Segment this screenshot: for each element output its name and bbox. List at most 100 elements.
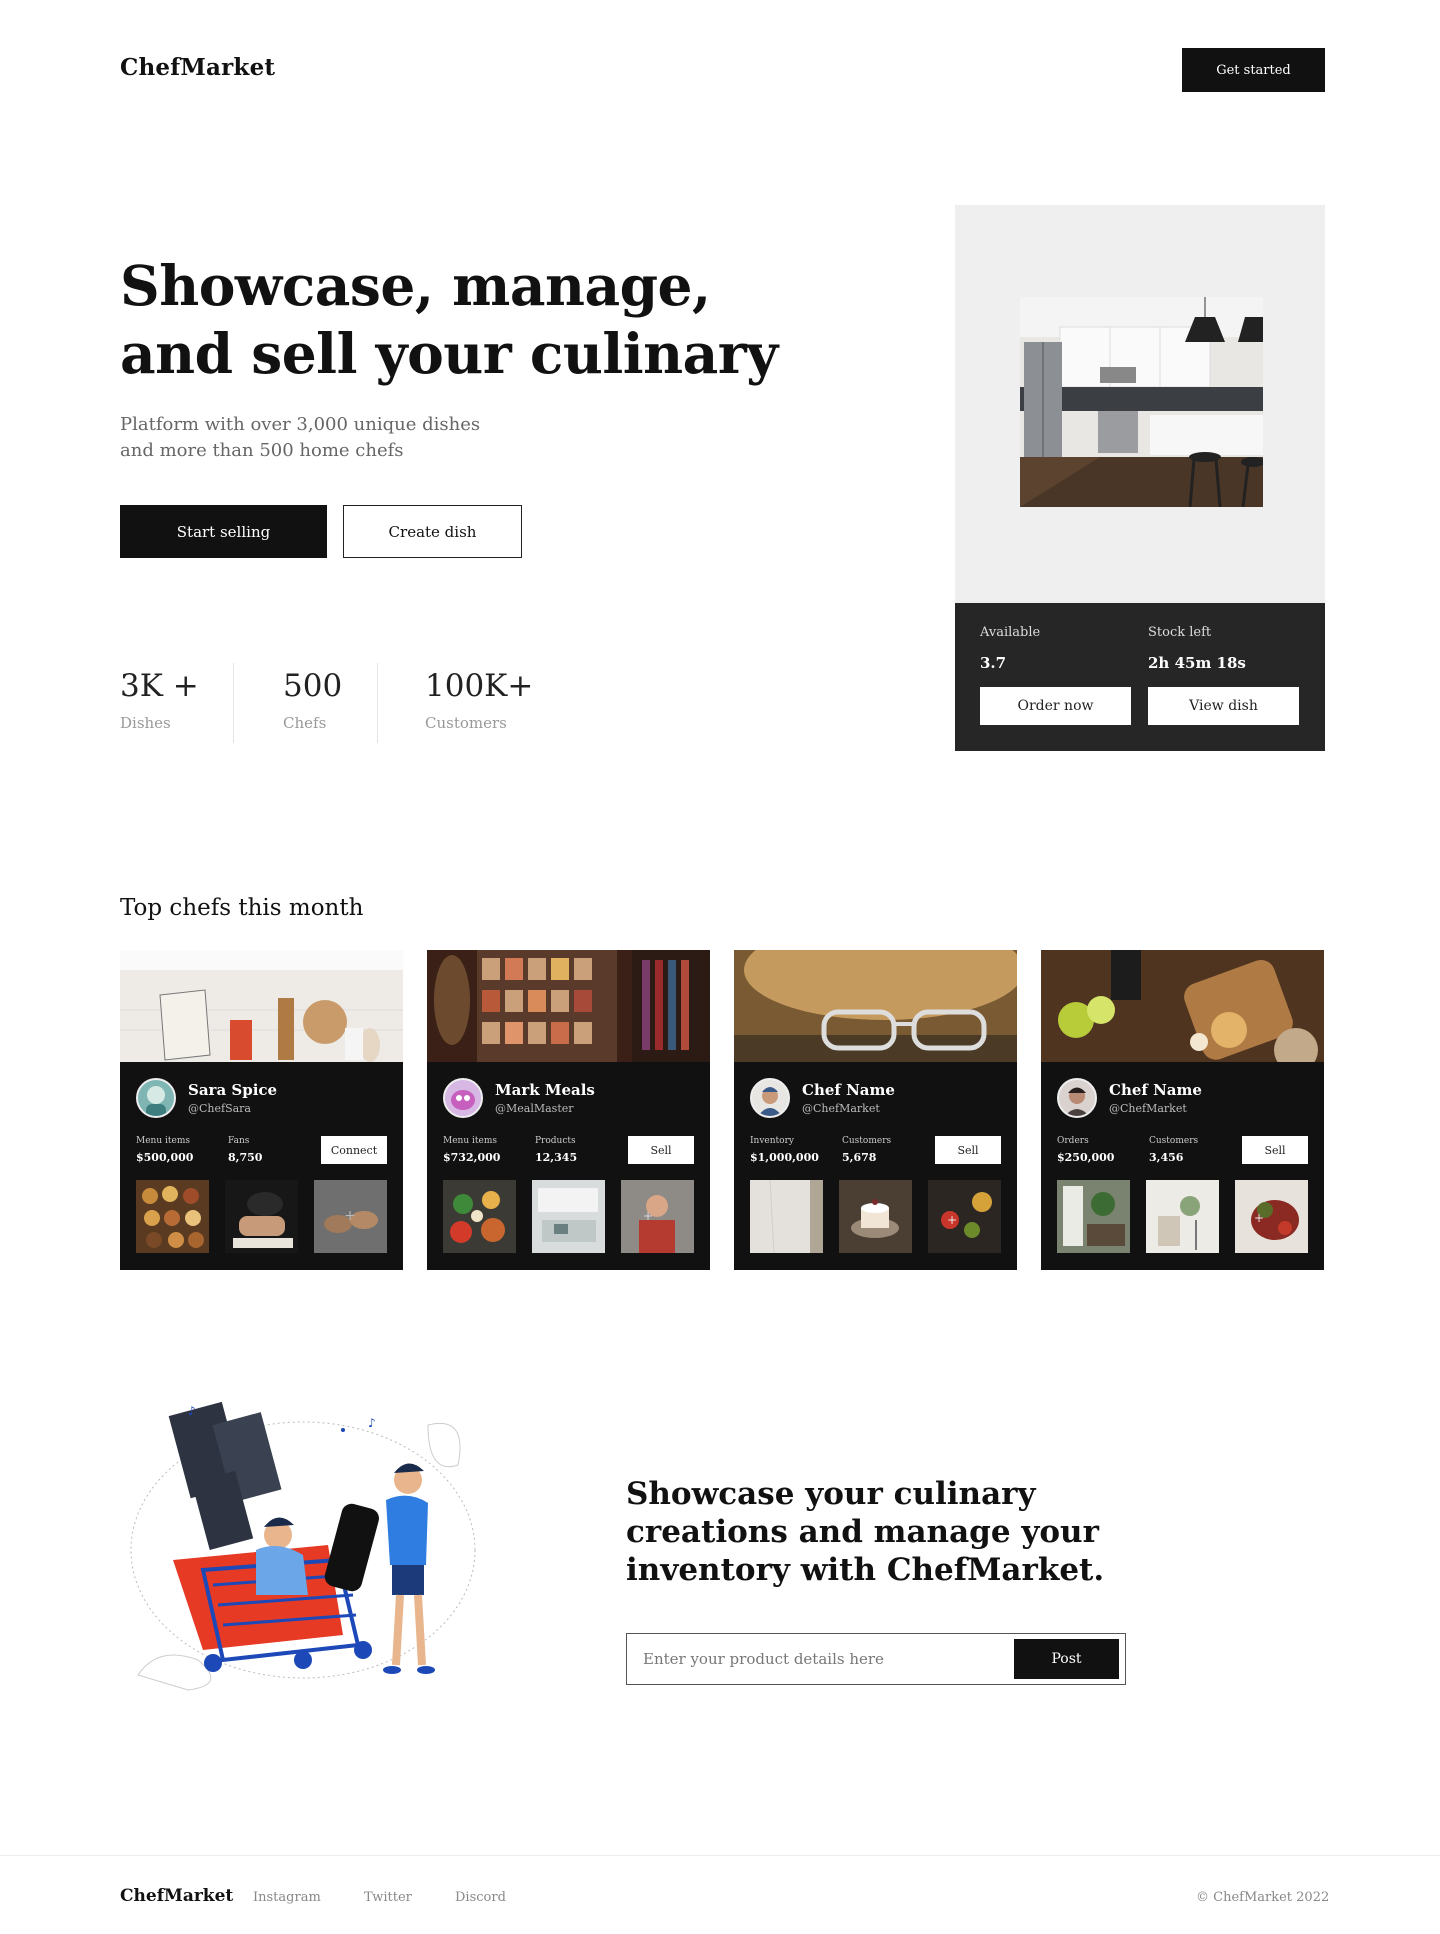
sell-button[interactable]: Sell <box>628 1136 694 1164</box>
stat-customers: 100K+ Customers <box>425 668 533 732</box>
start-selling-button[interactable]: Start selling <box>120 505 327 558</box>
product-image-area <box>955 205 1325 603</box>
post-button[interactable]: Post <box>1014 1639 1119 1679</box>
footer-link-twitter[interactable]: Twitter <box>364 1890 412 1905</box>
chef-stat-value: $1,000,000 <box>750 1151 819 1164</box>
shopping-cart-illustration: ♪ ♪ <box>128 1385 488 1695</box>
dish-thumbnail[interactable] <box>1057 1180 1130 1253</box>
chef-card[interactable]: Chef Name @ChefMarket Inventory $1,000,0… <box>734 950 1017 1270</box>
cta-title: Showcase your culinary creations and man… <box>626 1476 1105 1588</box>
stat-divider <box>233 663 234 743</box>
dish-thumbnail[interactable] <box>839 1180 912 1253</box>
footer-link-discord[interactable]: Discord <box>455 1890 506 1905</box>
dish-thumbnail[interactable] <box>1146 1180 1219 1253</box>
create-dish-button[interactable]: Create dish <box>343 505 522 558</box>
stat-chefs: 500 Chefs <box>283 668 342 732</box>
chef-stat-value: 8,750 <box>228 1151 263 1164</box>
hero-title: Showcase, manage, and sell your culinary <box>120 253 778 386</box>
chef-handle: @ChefSara <box>188 1102 251 1115</box>
dish-thumbnail[interactable] <box>750 1180 823 1253</box>
available-block: Available 3.7 <box>980 625 1040 672</box>
chef-stat-label: Customers <box>842 1136 892 1146</box>
stock-block: Stock left 2h 45m 18s <box>1148 625 1246 672</box>
chef-stat-value: 3,456 <box>1149 1151 1184 1164</box>
stat-value: 3K + <box>120 668 199 704</box>
svg-text:+: + <box>947 1213 957 1227</box>
chef-stat-value: 5,678 <box>842 1151 877 1164</box>
chef-card[interactable]: Chef Name @ChefMarket Orders $250,000 Cu… <box>1041 950 1324 1270</box>
svg-text:♪: ♪ <box>368 1416 376 1430</box>
footer-link-instagram[interactable]: Instagram <box>253 1890 321 1905</box>
stat-label: Chefs <box>283 714 327 732</box>
chef-card[interactable]: Mark Meals @MealMaster Menu items $732,0… <box>427 950 710 1270</box>
chef-stat-value: $732,000 <box>443 1151 501 1164</box>
chef-name: Chef Name <box>802 1081 895 1099</box>
get-started-button[interactable]: Get started <box>1182 48 1325 92</box>
chef-name: Chef Name <box>1109 1081 1202 1099</box>
product-details-input[interactable] <box>643 1650 1014 1668</box>
hero-subtitle: Platform with over 3,000 unique dishes a… <box>120 412 540 464</box>
copyright: © ChefMarket 2022 <box>1196 1890 1330 1905</box>
dish-thumbnail[interactable] <box>136 1180 209 1253</box>
sell-button[interactable]: Sell <box>935 1136 1001 1164</box>
chef-name: Mark Meals <box>495 1081 595 1099</box>
chef-avatar[interactable] <box>1057 1078 1097 1118</box>
dish-thumbnail[interactable] <box>443 1180 516 1253</box>
logo[interactable]: ChefMarket <box>120 54 275 81</box>
sell-button[interactable]: Sell <box>1242 1136 1308 1164</box>
kitchen-photo[interactable] <box>1020 297 1263 507</box>
chef-banner-image <box>734 950 1017 1062</box>
dish-thumbnail[interactable]: + <box>1235 1180 1308 1253</box>
dish-thumbnail[interactable]: + <box>314 1180 387 1253</box>
chef-banner-image <box>1041 950 1324 1062</box>
chef-banner-image <box>120 950 403 1062</box>
chef-avatar[interactable] <box>443 1078 483 1118</box>
chef-stat-value: 12,345 <box>535 1151 578 1164</box>
chef-stat-label: Menu items <box>136 1136 190 1146</box>
dish-thumbnail[interactable] <box>225 1180 298 1253</box>
available-value: 3.7 <box>980 654 1007 672</box>
hero-subtitle-line-2: and more than 500 home chefs <box>120 440 404 461</box>
svg-text:+: + <box>344 1208 356 1224</box>
stat-label: Customers <box>425 714 507 732</box>
chef-stat-value: $250,000 <box>1057 1151 1115 1164</box>
svg-text:+: + <box>643 1209 653 1223</box>
chef-stat-label: Fans <box>228 1136 250 1146</box>
hero-subtitle-line-1: Platform with over 3,000 unique dishes <box>120 414 481 435</box>
svg-text:+: + <box>1254 1211 1264 1225</box>
chef-avatar[interactable] <box>750 1078 790 1118</box>
chef-handle: @MealMaster <box>495 1102 574 1115</box>
connect-button[interactable]: Connect <box>321 1136 387 1164</box>
chef-name: Sara Spice <box>188 1081 278 1099</box>
chef-card[interactable]: Sara Spice @ChefSara Menu items $500,000… <box>120 950 403 1270</box>
chef-stat-label: Products <box>535 1136 576 1146</box>
chef-banner-image <box>427 950 710 1062</box>
chef-handle: @ChefMarket <box>1109 1102 1187 1115</box>
dish-thumbnail[interactable] <box>532 1180 605 1253</box>
footer-logo[interactable]: ChefMarket <box>120 1886 233 1906</box>
product-panel: Available 3.7 Stock left 2h 45m 18s Orde… <box>955 603 1325 751</box>
chef-stat-label: Customers <box>1149 1136 1199 1146</box>
stat-value: 100K+ <box>425 668 534 704</box>
order-now-button[interactable]: Order now <box>980 687 1131 725</box>
chef-handle: @ChefMarket <box>802 1102 880 1115</box>
stat-dishes: 3K + Dishes <box>120 668 199 732</box>
top-chefs-title: Top chefs this month <box>120 895 364 921</box>
chef-avatar[interactable] <box>136 1078 176 1118</box>
view-dish-button[interactable]: View dish <box>1148 687 1299 725</box>
svg-text:♪: ♪ <box>188 1404 196 1418</box>
product-details-form: Post <box>626 1633 1126 1685</box>
stock-value: 2h 45m 18s <box>1148 654 1246 672</box>
stat-label: Dishes <box>120 714 171 732</box>
chef-stat-label: Orders <box>1057 1136 1089 1146</box>
footer-divider <box>0 1855 1440 1856</box>
chef-stat-value: $500,000 <box>136 1151 194 1164</box>
dish-thumbnail[interactable]: + <box>621 1180 694 1253</box>
available-label: Available <box>980 625 1041 640</box>
chef-stat-label: Inventory <box>750 1136 794 1146</box>
stock-label: Stock left <box>1148 625 1212 640</box>
dish-thumbnail[interactable]: + <box>928 1180 1001 1253</box>
stat-value: 500 <box>283 668 343 704</box>
stat-divider <box>377 663 378 743</box>
chef-stat-label: Menu items <box>443 1136 497 1146</box>
